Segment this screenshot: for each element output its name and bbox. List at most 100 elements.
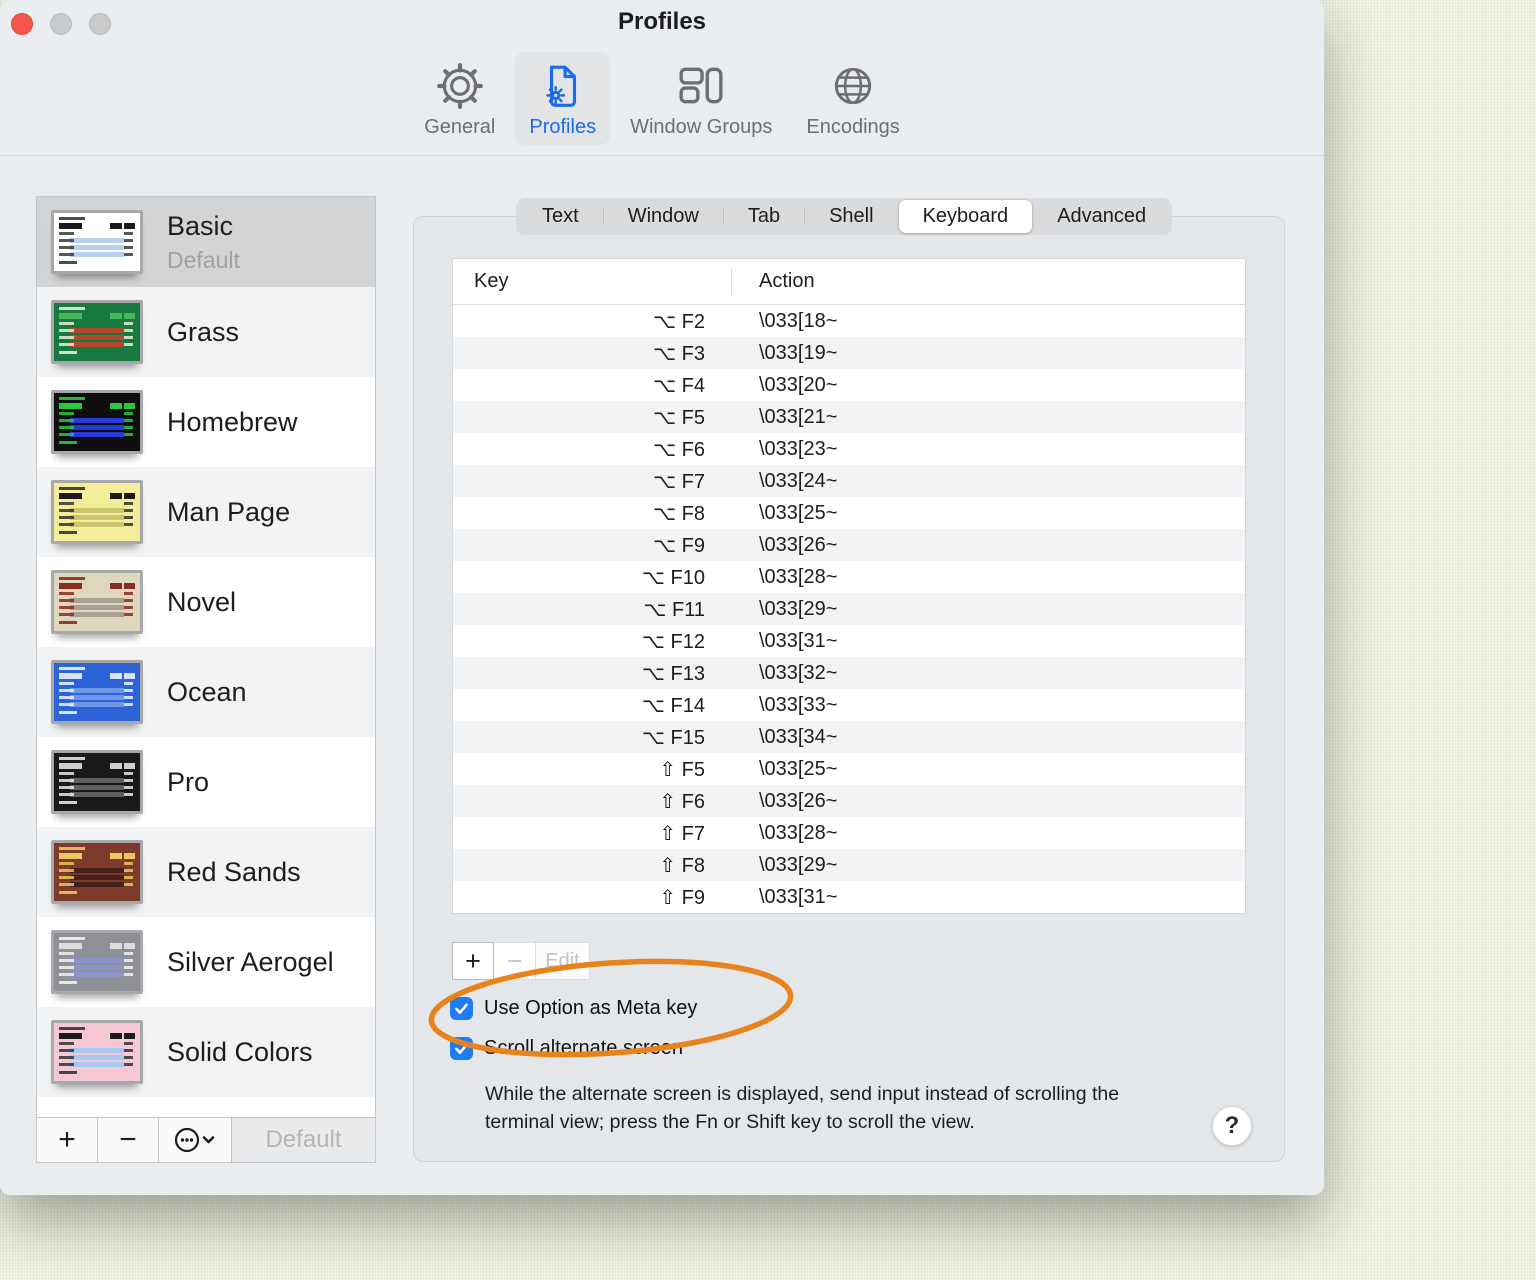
table-row[interactable]: ⌥ F6\033[23~ [453, 433, 1245, 465]
profile-name: Pro [167, 767, 209, 798]
table-row[interactable]: ⌥ F12\033[31~ [453, 625, 1245, 657]
profile-name: Basic [167, 211, 240, 242]
window-groups-icon [677, 60, 725, 112]
toolbar-item-encodings[interactable]: Encodings [792, 52, 913, 145]
table-actions: + − Edit [452, 942, 590, 980]
tab-text[interactable]: Text [518, 200, 603, 233]
gear-icon [436, 60, 484, 112]
table-row[interactable]: ⌥ F15\033[34~ [453, 721, 1245, 753]
edit-key-button[interactable]: Edit [536, 942, 590, 980]
tab-keyboard[interactable]: Keyboard [899, 200, 1033, 233]
tab-shell[interactable]: Shell [805, 200, 897, 233]
tab-advanced[interactable]: Advanced [1033, 200, 1170, 233]
profiles-sidebar: Basic Default Grass Homebrew Man Page Novel Oc… [36, 196, 376, 1163]
table-row[interactable]: ⌥ F4\033[20~ [453, 369, 1245, 401]
column-header-action[interactable]: Action [731, 270, 815, 293]
key-cell: ⇧ F5 [453, 757, 731, 782]
profile-name-wrap: Pro [167, 767, 209, 798]
desktop-background: Profiles [0, 0, 1536, 1280]
profile-thumbnail [51, 390, 143, 454]
more-options-button[interactable] [159, 1118, 232, 1162]
profile-row-pro[interactable]: Pro [37, 737, 375, 827]
profile-name-wrap: Man Page [167, 497, 290, 528]
profile-name: Red Sands [167, 857, 301, 888]
toolbar-label: Window Groups [630, 116, 772, 139]
table-row[interactable]: ⌥ F2\033[18~ [453, 305, 1245, 337]
profile-thumbnail [51, 660, 143, 724]
key-cell: ⌥ F6 [453, 437, 731, 462]
profile-name: Ocean [167, 677, 247, 708]
profile-name-wrap: Novel [167, 587, 236, 618]
table-row[interactable]: ⌥ F10\033[28~ [453, 561, 1245, 593]
table-header: Key Action [453, 259, 1245, 305]
action-cell: \033[29~ [731, 598, 837, 621]
profile-row-grass[interactable]: Grass [37, 287, 375, 377]
action-cell: \033[18~ [731, 310, 837, 333]
help-button[interactable]: ? [1212, 1106, 1252, 1146]
tab-tab[interactable]: Tab [724, 200, 804, 233]
profile-name-wrap: Ocean [167, 677, 247, 708]
remove-profile-button[interactable]: − [98, 1118, 159, 1162]
profile-row-homebrew[interactable]: Homebrew [37, 377, 375, 467]
table-row[interactable]: ⌥ F14\033[33~ [453, 689, 1245, 721]
profile-row-ocean[interactable]: Ocean [37, 647, 375, 737]
toolbar-item-window-groups[interactable]: Window Groups [616, 52, 786, 145]
action-cell: \033[20~ [731, 374, 837, 397]
profile-name: Silver Aerogel [167, 947, 334, 978]
profile-subtitle: Default [167, 247, 240, 274]
toolbar-item-profiles[interactable]: Profiles [515, 52, 610, 145]
remove-key-button[interactable]: − [494, 942, 536, 980]
scroll-alternate-screen-row: Scroll alternate screen [450, 1037, 683, 1060]
profile-row-novel[interactable]: Novel [37, 557, 375, 647]
profile-row-solid-colors[interactable]: Solid Colors [37, 1007, 375, 1097]
table-row[interactable]: ⌥ F3\033[19~ [453, 337, 1245, 369]
table-row[interactable]: ⌥ F8\033[25~ [453, 497, 1245, 529]
table-row[interactable]: ⌥ F13\033[32~ [453, 657, 1245, 689]
profile-row-basic[interactable]: Basic Default [37, 197, 375, 287]
action-cell: \033[19~ [731, 342, 837, 365]
table-row[interactable]: ⇧ F7\033[28~ [453, 817, 1245, 849]
window-title: Profiles [0, 8, 1324, 36]
add-profile-button[interactable]: + [37, 1118, 98, 1162]
action-cell: \033[32~ [731, 662, 837, 685]
profile-row-silver-aerogel[interactable]: Silver Aerogel [37, 917, 375, 1007]
key-cell: ⌥ F8 [453, 501, 731, 526]
action-cell: \033[28~ [731, 566, 837, 589]
key-cell: ⌥ F7 [453, 469, 731, 494]
profile-thumbnail [51, 840, 143, 904]
profile-row-red-sands[interactable]: Red Sands [37, 827, 375, 917]
table-row[interactable]: ⌥ F5\033[21~ [453, 401, 1245, 433]
action-cell: \033[25~ [731, 502, 837, 525]
key-cell: ⌥ F15 [453, 725, 731, 750]
table-row[interactable]: ⇧ F8\033[29~ [453, 849, 1245, 881]
checkmark-icon [453, 1000, 470, 1017]
table-row[interactable]: ⇧ F5\033[25~ [453, 753, 1245, 785]
table-row[interactable]: ⌥ F9\033[26~ [453, 529, 1245, 561]
toolbar-label: Encodings [806, 116, 899, 139]
profile-thumbnail [51, 480, 143, 544]
profile-thumbnail [51, 930, 143, 994]
key-cell: ⌥ F10 [453, 565, 731, 590]
column-header-key[interactable]: Key [453, 270, 731, 293]
key-cell: ⌥ F2 [453, 309, 731, 334]
use-option-as-meta-key-checkbox[interactable] [450, 997, 473, 1020]
profile-name-wrap: Basic Default [167, 211, 240, 274]
table-row[interactable]: ⌥ F7\033[24~ [453, 465, 1245, 497]
profile-name-wrap: Homebrew [167, 407, 298, 438]
preferences-toolbar: General [0, 52, 1324, 145]
profile-row-man-page[interactable]: Man Page [37, 467, 375, 557]
action-cell: \033[31~ [731, 886, 837, 909]
action-cell: \033[26~ [731, 534, 837, 557]
scroll-alternate-screen-checkbox[interactable] [450, 1037, 473, 1060]
table-row[interactable]: ⇧ F9\033[31~ [453, 881, 1245, 913]
tab-window[interactable]: Window [604, 200, 723, 233]
profile-thumbnail [51, 570, 143, 634]
key-cell: ⌥ F11 [453, 597, 731, 622]
table-row[interactable]: ⌥ F11\033[29~ [453, 593, 1245, 625]
key-cell: ⌥ F12 [453, 629, 731, 654]
checkmark-icon [453, 1040, 470, 1057]
default-button[interactable]: Default [232, 1118, 375, 1162]
table-row[interactable]: ⇧ F6\033[26~ [453, 785, 1245, 817]
add-key-button[interactable]: + [452, 942, 494, 980]
toolbar-item-general[interactable]: General [410, 52, 509, 145]
